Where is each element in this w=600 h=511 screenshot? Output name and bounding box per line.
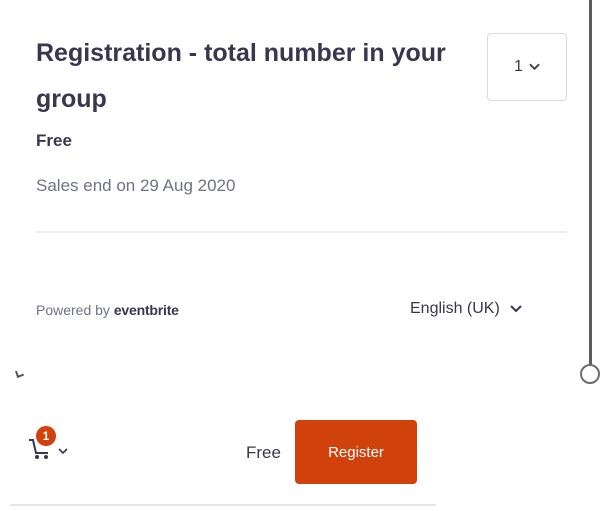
scrollbar-handle[interactable]: [580, 364, 600, 384]
cart-count-badge: 1: [36, 426, 56, 446]
register-button[interactable]: Register: [295, 420, 417, 484]
sales-end-text: Sales end on 29 Aug 2020: [36, 176, 236, 195]
language-label: English (UK): [410, 300, 500, 317]
divider: [36, 231, 567, 233]
order-total: Free: [246, 443, 281, 462]
quantity-value: 1: [514, 58, 523, 75]
ticket-title: Registration - total number in your grou…: [36, 39, 446, 113]
language-select[interactable]: English (UK): [410, 300, 522, 318]
scrollbar-track[interactable]: [589, 0, 592, 372]
ticket-price: Free: [36, 131, 72, 150]
eventbrite-logo[interactable]: eventbrite: [114, 302, 179, 318]
resize-corner-mark: [15, 369, 24, 378]
chevron-down-icon: [510, 305, 522, 313]
bottom-divider: [10, 504, 436, 506]
chevron-down-icon: [58, 448, 68, 455]
powered-by: Powered by eventbrite: [36, 302, 179, 318]
ticket-panel: Registration - total number in your grou…: [0, 0, 592, 378]
quantity-select[interactable]: 1: [487, 33, 567, 101]
cart-button[interactable]: 1: [24, 426, 76, 466]
powered-by-prefix: Powered by: [36, 302, 110, 318]
chevron-down-icon: [529, 63, 540, 71]
